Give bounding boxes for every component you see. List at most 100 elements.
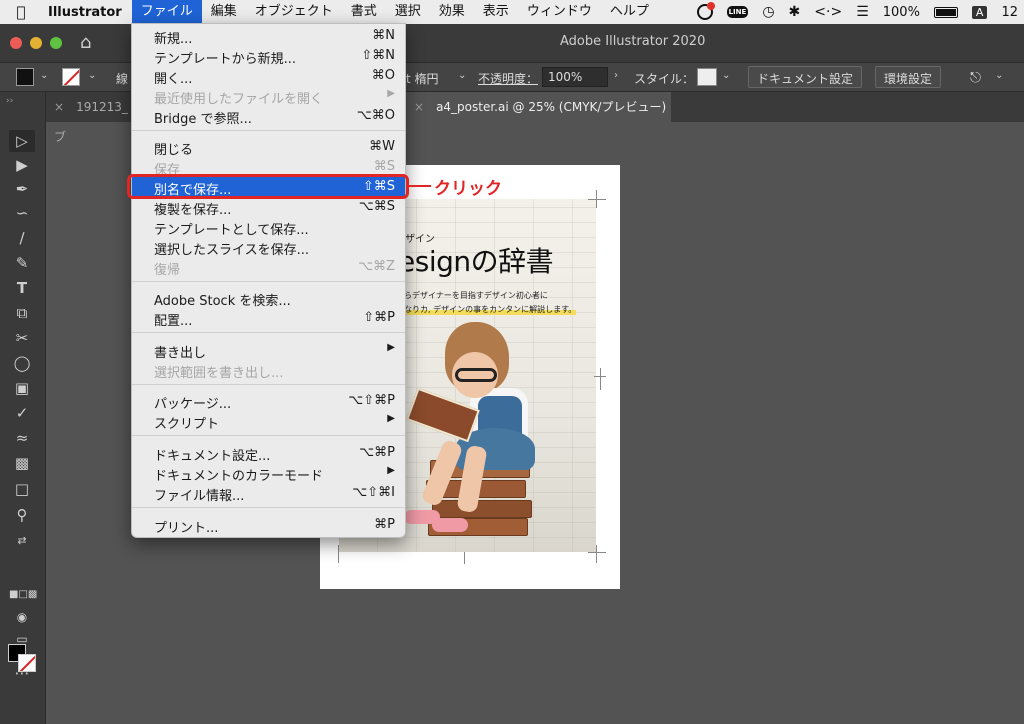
symbol-sprayer-tool-icon[interactable]: ▩ xyxy=(9,452,35,474)
scissors-tool-icon[interactable]: ✂ xyxy=(9,327,35,349)
fill-swatch[interactable] xyxy=(16,68,34,86)
menu-item-new[interactable]: 新規... ⌘N xyxy=(132,26,405,47)
creative-cloud-icon[interactable] xyxy=(696,2,715,20)
artboard-tool-icon[interactable]: □ xyxy=(9,478,35,500)
draw-mode-icon[interactable]: ◉ xyxy=(9,606,35,628)
menu-type[interactable]: 書式 xyxy=(342,0,386,24)
macos-menubar:  Illustrator ファイル 編集 オブジェクト 書式 選択 効果 表示… xyxy=(0,0,1024,24)
style-dropdown-chevron-icon[interactable]: ⌄ xyxy=(722,70,730,81)
more-tools-icon[interactable]: ⋯ xyxy=(9,662,35,684)
menu-help[interactable]: ヘルプ xyxy=(601,0,658,24)
menu-item-open[interactable]: 開く... ⌘O xyxy=(132,66,405,87)
file-menu-dropdown: 新規... ⌘N テンプレートから新規... ⇧⌘N 開く... ⌘O 最近使用したフ… xyxy=(131,23,406,538)
menu-file[interactable]: ファイル xyxy=(131,0,202,24)
brush-dropdown-chevron-icon[interactable]: ⌄ xyxy=(458,70,466,81)
poster-body-line-2: のなりカ, デザインの事をカンタンに解説します。 xyxy=(396,304,577,315)
menu-item-save-as-template[interactable]: テンプレートとして保存... xyxy=(132,217,405,238)
screen-mode-icon[interactable]: ▭ xyxy=(9,628,35,650)
menu-effect[interactable]: 効果 xyxy=(430,0,474,24)
blend-tool-icon[interactable]: ≈ xyxy=(9,427,35,449)
direct-selection-tool-icon[interactable]: ▶ xyxy=(9,154,35,176)
menu-item-revert[interactable]: 復帰 ⌥⌘Z xyxy=(132,257,405,278)
code-brackets-icon[interactable]: <·> xyxy=(814,4,842,20)
crop-mark xyxy=(596,545,597,563)
document-setup-button[interactable]: ドキュメント設定 xyxy=(748,66,863,88)
menu-separator xyxy=(132,332,405,333)
brush-definition[interactable]: t 楕円 xyxy=(406,70,439,87)
pen-tool-icon[interactable]: ✒ xyxy=(9,178,35,200)
input-source-icon[interactable]: A xyxy=(971,5,988,19)
bluetooth-icon[interactable]: ✱ xyxy=(789,4,801,20)
fill-dropdown-chevron-icon[interactable]: ⌄ xyxy=(40,70,48,81)
menu-item-export[interactable]: 書き出し ▶ xyxy=(132,340,405,361)
menu-item-file-info[interactable]: ファイル情報... ⌥⇧⌘I xyxy=(132,483,405,504)
zoom-tool-icon[interactable]: ⚲ xyxy=(9,504,35,526)
menu-edit[interactable]: 編集 xyxy=(202,0,246,24)
pencil-tool-icon[interactable]: ✎ xyxy=(9,252,35,274)
poster-body-line-1: からデザイナーを目指すデザイン初心者に xyxy=(396,291,548,300)
style-swatch[interactable] xyxy=(697,68,717,86)
menu-separator xyxy=(132,435,405,436)
menu-select[interactable]: 選択 xyxy=(386,0,430,24)
eyedropper-tool-icon[interactable]: ✓ xyxy=(9,402,35,424)
gradient-tool-icon[interactable]: ▣ xyxy=(9,377,35,399)
menu-item-print[interactable]: プリント... ⌘P xyxy=(132,515,405,536)
clock[interactable]: 12 xyxy=(1001,5,1018,20)
rotate-tool-icon[interactable]: ⧉ xyxy=(9,302,35,324)
shape-builder-tool-icon[interactable]: ◯ xyxy=(9,352,35,374)
time-machine-icon[interactable]: ◷ xyxy=(762,4,774,20)
stroke-swatch[interactable] xyxy=(62,68,80,86)
stroke-dropdown-chevron-icon[interactable]: ⌄ xyxy=(88,70,96,81)
menu-item-place[interactable]: 配置... ⇧⌘P xyxy=(132,308,405,329)
line-tool-icon[interactable]: ∕ xyxy=(9,227,35,249)
click-callout-label: クリック xyxy=(434,179,502,199)
menu-item-save-selected-slices[interactable]: 選択したスライスを保存... xyxy=(132,237,405,258)
menu-item-document-setup[interactable]: ドキュメント設定... ⌥⌘P xyxy=(132,443,405,464)
selection-tool-icon[interactable]: ▷ xyxy=(9,130,35,152)
close-tab-icon[interactable]: × xyxy=(54,100,64,114)
arrange-dropdown-chevron-icon[interactable]: ⌄ xyxy=(995,70,1003,81)
apple-icon[interactable]:  xyxy=(0,3,42,21)
battery-icon[interactable] xyxy=(933,6,958,18)
menu-item-scripts[interactable]: スクリプト ▶ xyxy=(132,411,405,432)
opacity-input[interactable]: 100% xyxy=(542,67,608,87)
home-icon[interactable]: ⌂ xyxy=(80,32,91,53)
menu-item-package[interactable]: パッケージ... ⌥⇧⌘P xyxy=(132,391,405,412)
tab-191213[interactable]: × 191213_ブ xyxy=(46,92,136,144)
app-menu[interactable]: Illustrator xyxy=(42,5,132,20)
menu-item-browse-in-bridge[interactable]: Bridge で参照... ⌥⌘O xyxy=(132,106,405,127)
close-window-button[interactable] xyxy=(10,37,22,49)
maximize-window-button[interactable] xyxy=(50,37,62,49)
menu-item-open-recent[interactable]: 最近使用したファイルを開く ▶ xyxy=(132,86,405,107)
menu-item-save-a-copy[interactable]: 複製を保存... ⌥⌘S xyxy=(132,197,405,218)
opacity-arrow-icon[interactable]: › xyxy=(614,70,618,81)
line-app-icon[interactable]: LINE xyxy=(726,6,749,18)
callout-line xyxy=(409,185,431,187)
menu-item-new-from-template[interactable]: テンプレートから新規... ⇧⌘N xyxy=(132,46,405,67)
arrange-icon[interactable]: ⎋ xyxy=(970,70,981,86)
preferences-button[interactable]: 環境設定 xyxy=(875,66,942,88)
panel-grip-icon[interactable]: ›› xyxy=(6,96,13,106)
type-tool-icon[interactable]: T xyxy=(9,277,35,299)
crop-mark xyxy=(594,376,606,377)
curvature-tool-icon[interactable]: ∽ xyxy=(9,202,35,224)
menu-item-document-color-mode[interactable]: ドキュメントのカラーモード ▶ xyxy=(132,463,405,484)
menu-item-export-selection[interactable]: 選択範囲を書き出し... xyxy=(132,360,405,381)
minimize-window-button[interactable] xyxy=(30,37,42,49)
stroke-label[interactable]: 線 xyxy=(116,70,128,87)
swap-fill-stroke-icon[interactable]: ⇄ xyxy=(9,530,35,552)
menu-window[interactable]: ウィンドウ xyxy=(518,0,601,24)
style-label: スタイル： xyxy=(634,72,695,86)
status-area: LINE ◷ ✱ <·> ☰ 100% A 12 xyxy=(696,0,1024,24)
crop-mark xyxy=(338,545,339,563)
menu-item-search-adobe-stock[interactable]: Adobe Stock を検索... xyxy=(132,288,405,309)
wifi-icon[interactable]: ☰ xyxy=(856,4,869,20)
color-mode-icons[interactable]: ■□▩ xyxy=(9,584,37,606)
opacity-label[interactable]: 不透明度： xyxy=(478,70,538,87)
crop-mark xyxy=(588,552,606,553)
close-tab-icon[interactable]: × xyxy=(414,100,424,114)
tab-a4-poster[interactable]: × a4_poster.ai @ 25% (CMYK/プレビュー) xyxy=(406,92,671,122)
menu-item-close[interactable]: 閉じる ⌘W xyxy=(132,137,405,158)
menu-view[interactable]: 表示 xyxy=(474,0,518,24)
menu-object[interactable]: オブジェクト xyxy=(246,0,342,24)
